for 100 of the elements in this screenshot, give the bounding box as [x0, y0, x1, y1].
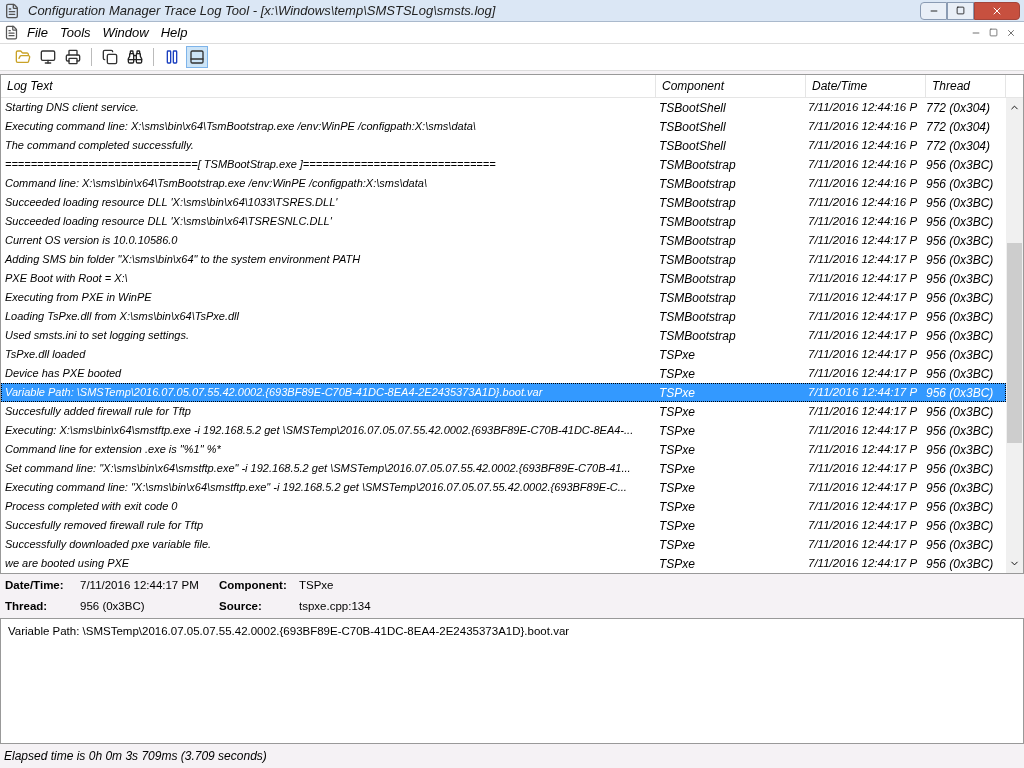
log-row[interactable]: Successfully downloaded pxe variable file. TSPxe 7/11/2016 12:44:17 P 956 (0x3BC): [1, 535, 1006, 554]
thread-cell-text: 956 (0x3BC): [926, 308, 995, 326]
component-cell-text: TSMBootstrap: [658, 251, 737, 269]
component-cell-text: TSPxe: [658, 422, 696, 440]
thread-cell-text: 956 (0x3BC): [926, 289, 995, 307]
datetime-cell-text: 7/11/2016 12:44:17 P: [807, 289, 919, 305]
log-row[interactable]: TsPxe.dll loaded TSPxe 7/11/2016 12:44:17 P 956 (0x3BC): [1, 345, 1006, 364]
menu-item[interactable]: Tools: [59, 22, 91, 43]
log-row[interactable]: Executing command line: X:\sms\bin\x64\TsmBootstrap.exe /env:WinPE /configpath:X:\sms\data\ TSBootShell 7/11/2016 12:44:16 P 772 (0x304): [1, 117, 1006, 136]
log-row[interactable]: Command line for extension .exe is "%1" %* TSPxe 7/11/2016 12:44:17 P 956 (0x3BC): [1, 440, 1006, 459]
log-row[interactable]: Adding SMS bin folder "X:\sms\bin\x64" to the system environment PATH TSMBootstrap 7/11/2016 12:44:17 P 956 (0x3BC): [1, 250, 1006, 269]
log-text: Executing command line: X:\sms\bin\x64\TsmBootstrap.exe /env:WinPE /configpath:X:\sms\data\: [4, 119, 477, 135]
datetime-cell-text: 7/11/2016 12:44:17 P: [807, 232, 919, 248]
log-text: Executing command line: "X:\sms\bin\x64\smstftp.exe" -i 192.168.5.2 get \SMSTemp\2016.07.05.07.55.42.0002.{693BF89E-C...: [4, 480, 628, 496]
thread-cell-text: 956 (0x3BC): [926, 441, 995, 459]
window-title: Configuration Manager Trace Log Tool - [x:\Windows\temp\SMSTSLog\smsts.log]: [28, 1, 496, 20]
panel-button[interactable]: [186, 46, 208, 68]
log-row[interactable]: Loading TsPxe.dll from X:\sms\bin\x64\TsPxe.dll TSMBootstrap 7/11/2016 12:44:17 P 956 (0x3BC): [1, 307, 1006, 326]
column-header[interactable]: Log Text: [1, 75, 656, 97]
component-cell-text: TSMBootstrap: [658, 194, 737, 212]
thread-cell-text: 956 (0x3BC): [926, 498, 995, 516]
menu-item[interactable]: Help: [160, 22, 188, 43]
datetime-cell-text: 7/11/2016 12:44:16 P: [807, 194, 919, 210]
thread-cell-text: 956 (0x3BC): [926, 251, 995, 269]
log-text: we are booted using PXE: [4, 556, 131, 572]
component-cell-text: TSMBootstrap: [658, 327, 737, 345]
component-cell-text: TSPxe: [658, 384, 696, 402]
component-cell-text: TSPxe: [658, 536, 696, 554]
log-row[interactable]: Set command line: "X:\sms\bin\x64\smstftp.exe" -i 192.168.5.2 get \SMSTemp\2016.07.05.07.55.42.0002.{693BF89E-C70B-41... TSPxe 7/11/2016 12:44:17 P 956 (0x3BC): [1, 459, 1006, 478]
column-header[interactable]: Thread: [926, 75, 1006, 97]
thread-cell-text: 772 (0x304): [926, 99, 992, 117]
close-icon[interactable]: [1006, 27, 1016, 38]
datetime-cell-text: 7/11/2016 12:44:17 P: [807, 384, 919, 400]
close-button[interactable]: [974, 1, 1020, 20]
log-text: Succesfully added firewall rule for Tftp: [4, 404, 192, 420]
log-text: Succeeded loading resource DLL 'X:\sms\bin\x64\1033\TSRES.DLL': [4, 195, 339, 211]
log-row[interactable]: Succeeded loading resource DLL 'X:\sms\bin\x64\1033\TSRES.DLL' TSMBootstrap 7/11/2016 12:44:16 P 956 (0x3BC): [1, 193, 1006, 212]
thread-cell-text: 772 (0x304): [926, 137, 992, 155]
datetime-cell-text: 7/11/2016 12:44:17 P: [807, 270, 919, 286]
datetime-cell-text: 7/11/2016 12:44:17 P: [807, 327, 919, 343]
document-icon: [4, 25, 19, 40]
column-header[interactable]: Date/Time: [806, 75, 926, 97]
thread-cell-text: 956 (0x3BC): [926, 384, 995, 402]
log-text: Succesfully removed firewall rule for Tftp: [4, 518, 205, 534]
datetime-cell-text: 7/11/2016 12:44:17 P: [807, 346, 919, 362]
menu-item[interactable]: Window: [102, 22, 149, 43]
component-cell-text: TSMBootstrap: [658, 232, 737, 250]
log-text: Used smsts.ini to set logging settings.: [4, 328, 191, 344]
log-row[interactable]: The command completed successfully. TSBootShell 7/11/2016 12:44:16 P 772 (0x304): [1, 136, 1006, 155]
log-row[interactable]: Command line: X:\sms\bin\x64\TsmBootstrap.exe /env:WinPE /configpath:X:\sms\data\ TSMBootstrap 7/11/2016 12:44:16 P 956 (0x3BC): [1, 174, 1006, 193]
datetime-cell-text: 7/11/2016 12:44:17 P: [807, 308, 919, 324]
computer-icon: [40, 49, 56, 65]
component-cell-text: TSPxe: [658, 517, 696, 535]
menu-item[interactable]: File: [27, 22, 48, 43]
thread-cell-text: 956 (0x3BC): [926, 270, 995, 288]
log-row[interactable]: ==============================[ TSMBootStrap.exe ]============================== TSMBootstrap 7/11/2016 12:44:16 P 956 (0x3BC): [1, 155, 1006, 174]
datetime-cell-text: 7/11/2016 12:44:17 P: [807, 555, 919, 571]
log-text: PXE Boot with Root = X:\: [4, 271, 129, 287]
detail-label: Component:: [219, 578, 288, 594]
restore-icon[interactable]: [989, 27, 998, 37]
log-row[interactable]: Executing: X:\sms\bin\x64\smstftp.exe -i 192.168.5.2 get \SMSTemp\2016.07.05.07.55.42.0002.{693BF89E-C70B-41DC-8EA4-... TSPxe 7/11/2016 12:44:17 P 956 (0x3BC): [1, 421, 1006, 440]
component-cell-text: TSPxe: [658, 479, 696, 497]
component-cell-text: TSPxe: [658, 555, 696, 573]
log-text: Command line for extension .exe is "%1" %*: [4, 442, 222, 458]
log-row[interactable]: Device has PXE booted TSPxe 7/11/2016 12:44:17 P 956 (0x3BC): [1, 364, 1006, 383]
column-header[interactable]: Component: [656, 75, 806, 97]
log-row[interactable]: Succesfully added firewall rule for Tftp TSPxe 7/11/2016 12:44:17 P 956 (0x3BC): [1, 402, 1006, 421]
datetime-cell-text: 7/11/2016 12:44:16 P: [807, 156, 919, 172]
log-row[interactable]: we are booted using PXE TSPxe 7/11/2016 12:44:17 P 956 (0x3BC): [1, 554, 1006, 573]
log-row[interactable]: Executing command line: "X:\sms\bin\x64\smstftp.exe" -i 192.168.5.2 get \SMSTemp\2016.07.05.07.55.42.0002.{693BF89E-C... TSPxe 7/11/2016 12:44:17 P 956 (0x3BC): [1, 478, 1006, 497]
detail-label: Date/Time:: [5, 578, 65, 594]
log-row[interactable]: Current OS version is 10.0.10586.0 TSMBootstrap 7/11/2016 12:44:17 P 956 (0x3BC): [1, 231, 1006, 250]
maximize-button[interactable]: [947, 1, 974, 20]
scroll-thumb[interactable]: [1007, 243, 1022, 443]
datetime-cell-text: 7/11/2016 12:44:16 P: [807, 175, 919, 191]
log-row[interactable]: Starting DNS client service. TSBootShell 7/11/2016 12:44:16 P 772 (0x304): [1, 98, 1006, 117]
log-text: Loading TsPxe.dll from X:\sms\bin\x64\TsPxe.dll: [4, 309, 240, 325]
detail-label: Source:: [219, 598, 263, 614]
thread-cell-text: 956 (0x3BC): [926, 517, 995, 535]
component-cell-text: TSBootShell: [658, 118, 727, 136]
thread-cell-text: 956 (0x3BC): [926, 555, 995, 573]
log-row[interactable]: PXE Boot with Root = X:\ TSMBootstrap 7/11/2016 12:44:17 P 956 (0x3BC): [1, 269, 1006, 288]
minimize-button[interactable]: [920, 1, 947, 20]
log-row[interactable]: Succeeded loading resource DLL 'X:\sms\bin\x64\TSRESNLC.DLL' TSMBootstrap 7/11/2016 12:44:16 P 956 (0x3BC): [1, 212, 1006, 231]
log-text: Starting DNS client service.: [4, 100, 140, 116]
component-cell-text: TSPxe: [658, 346, 696, 364]
status-text: Elapsed time is 0h 0m 3s 709ms (3.709 seconds): [4, 748, 267, 765]
thread-cell-text: 956 (0x3BC): [926, 365, 995, 383]
scrollbar[interactable]: [1006, 98, 1023, 573]
thread-cell-text: 956 (0x3BC): [926, 460, 995, 478]
folder-icon: [15, 49, 31, 65]
datetime-cell-text: 7/11/2016 12:44:17 P: [807, 479, 919, 495]
thread-cell-text: 956 (0x3BC): [926, 403, 995, 421]
log-row[interactable]: Process completed with exit code 0 TSPxe 7/11/2016 12:44:17 P 956 (0x3BC): [1, 497, 1006, 516]
log-row[interactable]: Executing from PXE in WinPE TSMBootstrap 7/11/2016 12:44:17 P 956 (0x3BC): [1, 288, 1006, 307]
thread-cell-text: 956 (0x3BC): [926, 346, 995, 364]
log-text: Adding SMS bin folder "X:\sms\bin\x64" to the system environment PATH: [3, 252, 362, 268]
log-row[interactable]: Succesfully removed firewall rule for Tftp TSPxe 7/11/2016 12:44:17 P 956 (0x3BC): [1, 516, 1006, 535]
component-cell-text: TSMBootstrap: [658, 213, 737, 231]
log-row[interactable]: Used smsts.ini to set logging settings. TSMBootstrap 7/11/2016 12:44:17 P 956 (0x3BC): [1, 326, 1006, 345]
